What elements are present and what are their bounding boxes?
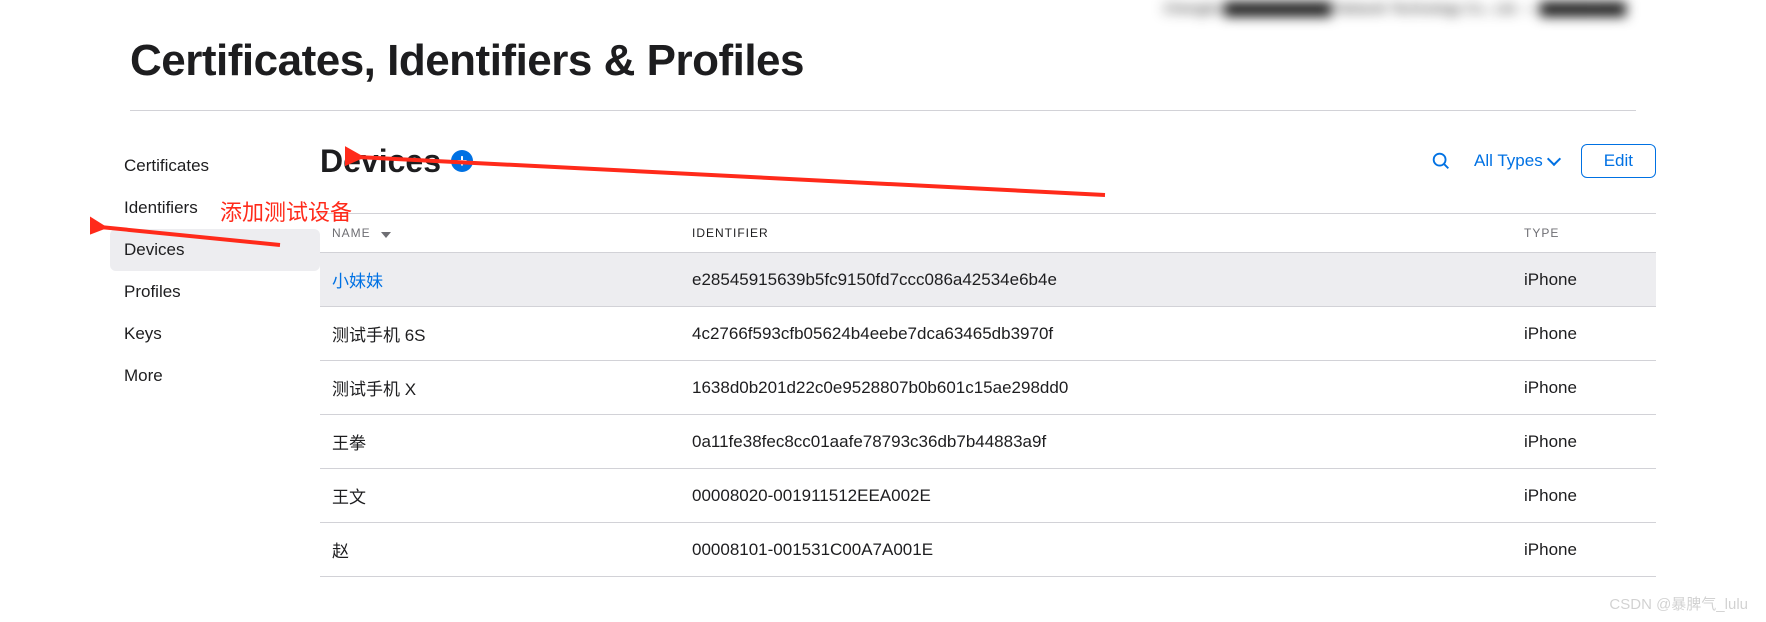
- type-filter-dropdown[interactable]: All Types: [1474, 151, 1559, 171]
- col-name-label: NAME: [332, 226, 371, 240]
- edit-button[interactable]: Edit: [1581, 144, 1656, 178]
- cell-name: 测试手机 X: [332, 375, 692, 400]
- cell-type: iPhone: [1524, 324, 1644, 344]
- plus-icon: +: [457, 152, 468, 170]
- sort-desc-icon: [381, 232, 391, 238]
- header-divider: [130, 110, 1636, 111]
- cell-name: 测试手机 6S: [332, 321, 692, 346]
- table-row[interactable]: 王拳 0a11fe38fec8cc01aafe78793c36db7b44883…: [320, 415, 1656, 469]
- table-row[interactable]: 测试手机 6S 4c2766f593cfb05624b4eebe7dca6346…: [320, 307, 1656, 361]
- org-header-blurred: Chengdu ▇▇▇▇▇▇▇▇▇▇ Network Technology Co…: [1163, 0, 1626, 17]
- cell-name: 王文: [332, 483, 692, 508]
- table-row[interactable]: 测试手机 X 1638d0b201d22c0e9528807b0b601c15a…: [320, 361, 1656, 415]
- cell-type: iPhone: [1524, 540, 1644, 560]
- table-row[interactable]: 王文 00008020-001911512EEA002E iPhone: [320, 469, 1656, 523]
- chevron-down-icon: [1547, 152, 1561, 166]
- type-filter-label: All Types: [1474, 151, 1543, 171]
- cell-identifier: 0a11fe38fec8cc01aafe78793c36db7b44883a9f: [692, 432, 1524, 452]
- col-name[interactable]: NAME: [332, 226, 692, 240]
- add-device-button[interactable]: +: [451, 150, 473, 172]
- table-header: NAME IDENTIFIER TYPE: [320, 213, 1656, 253]
- cell-identifier: 4c2766f593cfb05624b4eebe7dca63465db3970f: [692, 324, 1524, 344]
- cell-identifier: 00008101-001531C00A7A001E: [692, 540, 1524, 560]
- table-row[interactable]: 小妹妹 e28545915639b5fc9150fd7ccc086a42534e…: [320, 253, 1656, 307]
- page-title: Certificates, Identifiers & Profiles: [130, 36, 1766, 86]
- section-title: Devices: [320, 143, 441, 180]
- cell-identifier: 00008020-001911512EEA002E: [692, 486, 1524, 506]
- section-header: Devices + All Types Edit: [320, 139, 1656, 183]
- sidebar-item-profiles[interactable]: Profiles: [110, 271, 320, 313]
- cell-type: iPhone: [1524, 486, 1644, 506]
- sidebar: Certificates Identifiers Devices Profile…: [110, 139, 320, 397]
- sidebar-item-keys[interactable]: Keys: [110, 313, 320, 355]
- cell-name: 赵: [332, 537, 692, 562]
- watermark: CSDN @暴脾气_lulu: [1609, 593, 1748, 614]
- cell-name: 小妹妹: [332, 267, 692, 292]
- sidebar-item-identifiers[interactable]: Identifiers: [110, 187, 320, 229]
- col-identifier[interactable]: IDENTIFIER: [692, 226, 1524, 240]
- sidebar-item-more[interactable]: More: [110, 355, 320, 397]
- sidebar-item-certificates[interactable]: Certificates: [110, 145, 320, 187]
- table-row[interactable]: 赵 00008101-001531C00A7A001E iPhone: [320, 523, 1656, 577]
- sidebar-item-devices[interactable]: Devices: [110, 229, 320, 271]
- search-icon[interactable]: [1430, 150, 1452, 172]
- main-content: Devices + All Types Edit: [320, 139, 1656, 577]
- cell-identifier: e28545915639b5fc9150fd7ccc086a42534e6b4e: [692, 270, 1524, 290]
- cell-name: 王拳: [332, 429, 692, 454]
- cell-identifier: 1638d0b201d22c0e9528807b0b601c15ae298dd0: [692, 378, 1524, 398]
- cell-type: iPhone: [1524, 378, 1644, 398]
- devices-table: NAME IDENTIFIER TYPE 小妹妹 e28545915639b5f…: [320, 213, 1656, 577]
- cell-type: iPhone: [1524, 270, 1644, 290]
- cell-type: iPhone: [1524, 432, 1644, 452]
- col-type[interactable]: TYPE: [1524, 226, 1644, 240]
